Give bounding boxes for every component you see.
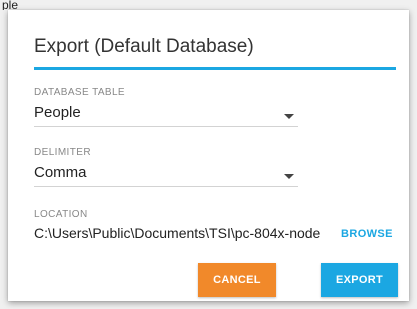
cancel-button[interactable]: CANCEL xyxy=(198,263,276,297)
delimiter-label: DELIMITER xyxy=(34,147,91,158)
export-dialog: Export (Default Database) DATABASE TABLE… xyxy=(8,10,409,301)
export-button[interactable]: EXPORT xyxy=(321,263,398,297)
delimiter-value: Comma xyxy=(34,164,87,181)
database-table-value: People xyxy=(34,104,81,121)
chevron-down-icon xyxy=(284,174,294,179)
chevron-down-icon xyxy=(284,114,294,119)
title-accent-bar xyxy=(34,67,396,70)
database-table-select[interactable]: People xyxy=(34,104,298,127)
background-text: ple xyxy=(2,0,19,10)
delimiter-select[interactable]: Comma xyxy=(34,164,298,187)
location-label: LOCATION xyxy=(34,209,88,220)
database-table-label: DATABASE TABLE xyxy=(34,87,126,98)
dialog-title: Export (Default Database) xyxy=(34,36,254,57)
browse-button[interactable]: BROWSE xyxy=(341,228,393,240)
location-path: C:\Users\Public\Documents\TSI\pc-804x-no… xyxy=(34,225,321,241)
